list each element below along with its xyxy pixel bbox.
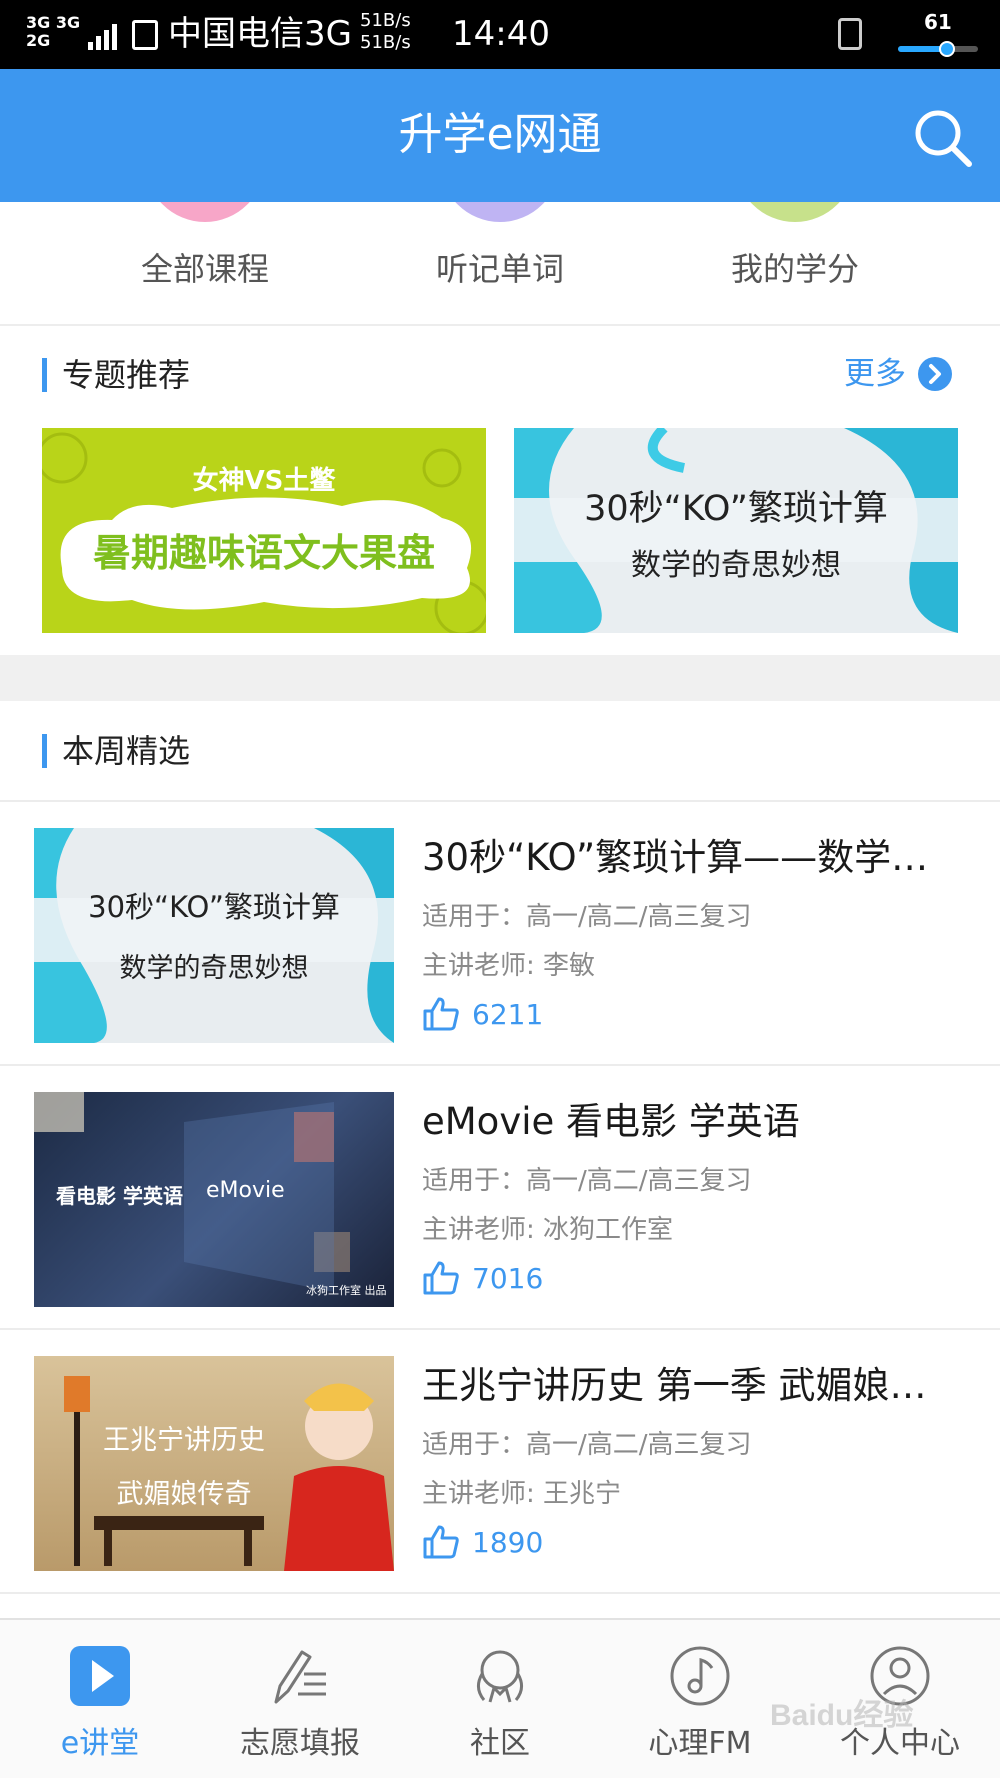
like-button[interactable]: 6211: [422, 992, 543, 1036]
topic-banner-math[interactable]: 30秒“KO”繁琐计算 数学的奇思妙想: [514, 428, 958, 633]
course-audience: 适用于：高一/高二/高三复习: [422, 1166, 752, 1196]
course-audience: 适用于：高一/高二/高三复习: [422, 902, 752, 932]
battery-percent: 61: [924, 10, 952, 34]
watermark: Baidu经验: [770, 1699, 914, 1732]
course-item[interactable]: 看电影 学英语 eMovie 冰狗工作室 出品 eMovie 看电影 学英语 适…: [0, 1068, 1000, 1330]
more-link[interactable]: 更多: [844, 354, 952, 394]
like-count: 6211: [472, 997, 544, 1031]
thumbs-up-icon: [423, 1261, 459, 1295]
course-title: 30秒“KO”繁琐计算——数学的奇思妙想: [422, 836, 962, 879]
banner-subtitle: 女神VS土鳖: [192, 466, 336, 496]
like-count: 7016: [472, 1261, 544, 1295]
topic-banner-chinese[interactable]: 女神VS土鳖 暑期趣味语文大果盘: [42, 428, 486, 633]
music-note-icon: [670, 1646, 730, 1706]
play-icon: [70, 1646, 130, 1706]
status-bar: 3G 3G 2G 中国电信3G 51B/s 51B/s 14:40 61: [0, 0, 1000, 69]
course-item[interactable]: 王兆宁讲历史 武媚娘传奇 王兆宁讲历史 第一季 武媚娘传奇 适用于：高一/高二/…: [0, 1332, 1000, 1594]
like-count: 1890: [472, 1525, 544, 1559]
course-thumbnail: 看电影 学英语 eMovie 冰狗工作室 出品: [34, 1092, 394, 1307]
tab-community[interactable]: 社区: [400, 1620, 600, 1778]
course-teacher: 主讲老师: 冰狗工作室: [422, 1215, 674, 1245]
battery-knob: [938, 41, 955, 57]
signal-icon: [88, 18, 117, 50]
thumbs-up-icon: [423, 1525, 459, 1559]
quick-nav-label: 听记单词: [435, 250, 564, 288]
weekly-title: 本周精选: [62, 732, 191, 770]
course-teacher: 主讲老师: 李敏: [422, 951, 596, 981]
thumbnail-title: 王兆宁讲历史: [103, 1425, 265, 1456]
tab-label: 志愿填报: [240, 1726, 360, 1761]
app-header: 升学e网通: [0, 69, 1000, 202]
tab-label: 社区: [470, 1726, 530, 1761]
all-courses-icon: [145, 202, 265, 222]
tab-e-lecture[interactable]: e讲堂: [0, 1620, 200, 1778]
course-title: 王兆宁讲历史 第一季 武媚娘传奇: [422, 1364, 962, 1407]
community-icon: [477, 1650, 523, 1703]
section-separator: [0, 655, 1000, 701]
course-thumbnail: 30秒“KO”繁琐计算 数学的奇思妙想: [34, 828, 394, 1043]
search-icon[interactable]: [912, 107, 974, 169]
quick-nav-all-courses[interactable]: 全部课程: [55, 202, 355, 324]
course-item[interactable]: 30秒“KO”繁琐计算 数学的奇思妙想 30秒“KO”繁琐计算——数学的奇思妙想…: [0, 804, 1000, 1066]
thumbnail-subtitle: 武媚娘传奇: [116, 1479, 252, 1510]
more-label: 更多: [844, 356, 906, 392]
thumbnail-title: 30秒“KO”繁琐计算: [88, 890, 340, 924]
quick-nav: 全部课程 听记单词 我的学分: [0, 202, 1000, 326]
carrier-name: 中国电信3G: [168, 14, 352, 54]
app-title: 升学e网通: [398, 109, 602, 160]
vibrate-icon: [838, 18, 862, 50]
listen-words-icon: [440, 202, 560, 222]
thumbnail-brand: eMovie: [206, 1178, 285, 1203]
speed-down: 51B/s: [360, 32, 411, 53]
featured-title: 专题推荐: [62, 356, 191, 394]
banner-subtitle: 数学的奇思妙想: [631, 548, 841, 583]
tab-volunteer[interactable]: 志愿填报: [200, 1620, 400, 1778]
thumbnail-credit: 冰狗工作室 出品: [306, 1284, 387, 1297]
section-accent-bar: [42, 734, 47, 768]
network-type: 3G 3G 2G: [26, 13, 81, 50]
battery-track: [898, 41, 978, 57]
thumbnail-title: 看电影 学英语: [56, 1184, 183, 1208]
section-accent-bar: [42, 358, 47, 392]
banner-title: 30秒“KO”繁琐计算: [584, 489, 888, 529]
thumbs-up-icon: [423, 997, 459, 1031]
course-teacher: 主讲老师: 王兆宁: [422, 1479, 622, 1509]
sim-icon: [132, 20, 158, 50]
pen-list-icon: [274, 1650, 326, 1704]
thumbnail-subtitle: 数学的奇思妙想: [119, 953, 309, 984]
quick-nav-label: 我的学分: [730, 250, 859, 288]
chevron-right-icon: [918, 357, 952, 391]
speed-up: 51B/s: [360, 10, 411, 31]
course-thumbnail: 王兆宁讲历史 武媚娘传奇: [34, 1356, 394, 1571]
quick-nav-credits[interactable]: 我的学分: [645, 202, 945, 324]
quick-nav-label: 全部课程: [140, 250, 269, 288]
my-credits-icon: [735, 202, 855, 222]
course-audience: 适用于：高一/高二/高三复习: [422, 1430, 752, 1460]
quick-nav-words[interactable]: 听记单词: [350, 202, 650, 324]
course-title: eMovie 看电影 学英语: [422, 1100, 800, 1143]
banner-title: 暑期趣味语文大果盘: [92, 531, 435, 575]
like-button[interactable]: 7016: [422, 1256, 543, 1300]
like-button[interactable]: 1890: [422, 1520, 543, 1564]
network-speed: 51B/s 51B/s: [360, 10, 411, 54]
clock: 14:40: [452, 14, 550, 54]
battery-indicator: 61: [898, 10, 978, 60]
tab-label: e讲堂: [60, 1726, 140, 1761]
